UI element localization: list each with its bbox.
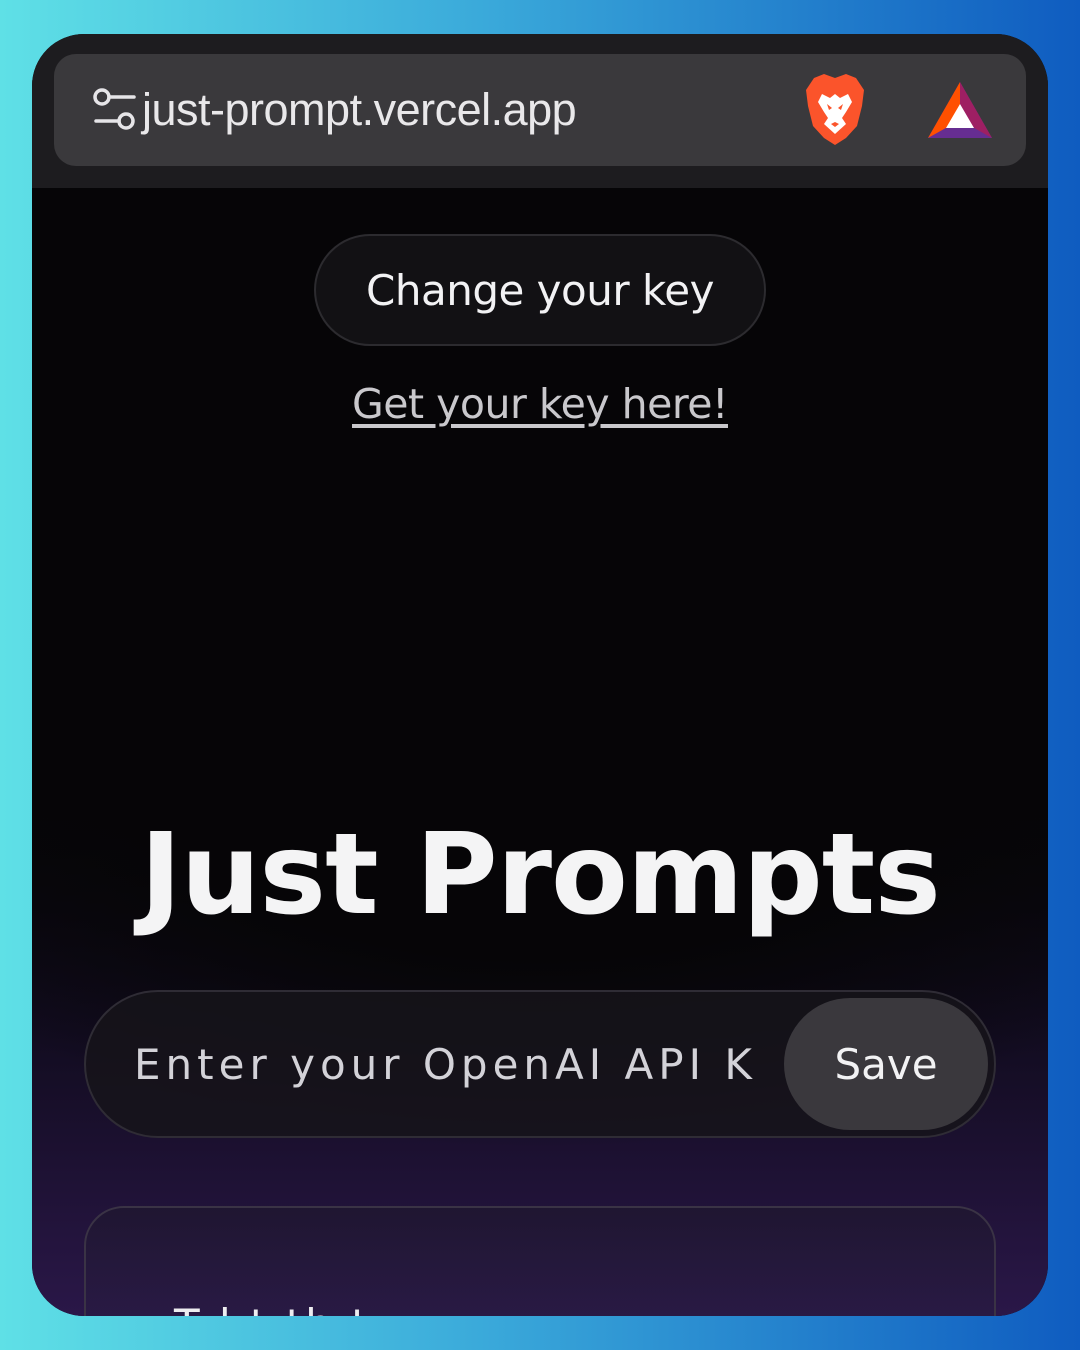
browser-toolbar: just-prompt.vercel.app <box>32 34 1048 188</box>
card-text: T l t th t <box>174 1300 954 1316</box>
page-content: Change your key Get your key here! Just … <box>32 188 1048 1316</box>
change-key-button[interactable]: Change your key <box>314 234 766 346</box>
api-key-input[interactable] <box>134 1018 784 1110</box>
url-text[interactable]: just-prompt.vercel.app <box>142 84 577 136</box>
page-title: Just Prompts <box>140 810 941 940</box>
address-bar[interactable]: just-prompt.vercel.app <box>54 54 1026 166</box>
save-button[interactable]: Save <box>784 998 988 1130</box>
get-key-link[interactable]: Get your key here! <box>32 380 1048 428</box>
api-key-form: Save <box>84 990 996 1138</box>
phone-frame: just-prompt.vercel.app Change your key G… <box>32 34 1048 1316</box>
bat-rewards-icon[interactable] <box>926 80 994 140</box>
prompt-card: T l t th t <box>84 1206 996 1316</box>
brave-lion-icon[interactable] <box>802 72 868 148</box>
tune-icon[interactable] <box>92 88 138 132</box>
